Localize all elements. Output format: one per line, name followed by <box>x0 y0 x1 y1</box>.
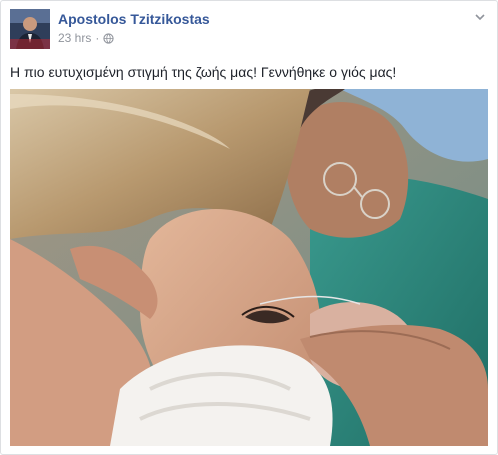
author-avatar[interactable] <box>10 9 50 49</box>
meta-separator: · <box>95 31 100 45</box>
hospital-newborn-photo <box>10 89 488 446</box>
author-name[interactable]: Apostolos Tzitzikostas <box>58 11 210 27</box>
post-meta: 23 hrs · <box>58 31 114 45</box>
post-photo[interactable] <box>10 89 488 446</box>
chevron-down-icon[interactable] <box>472 9 488 25</box>
post-timestamp[interactable]: 23 hrs <box>58 31 91 45</box>
globe-icon[interactable] <box>103 32 114 44</box>
post-text: Η πιο ευτυχισμένη στιγμή της ζωής μας! Γ… <box>10 64 397 80</box>
post-header: Apostolos Tzitzikostas 23 hrs · <box>10 9 488 51</box>
facebook-post: Apostolos Tzitzikostas 23 hrs · Η πιο ευ… <box>0 0 498 455</box>
